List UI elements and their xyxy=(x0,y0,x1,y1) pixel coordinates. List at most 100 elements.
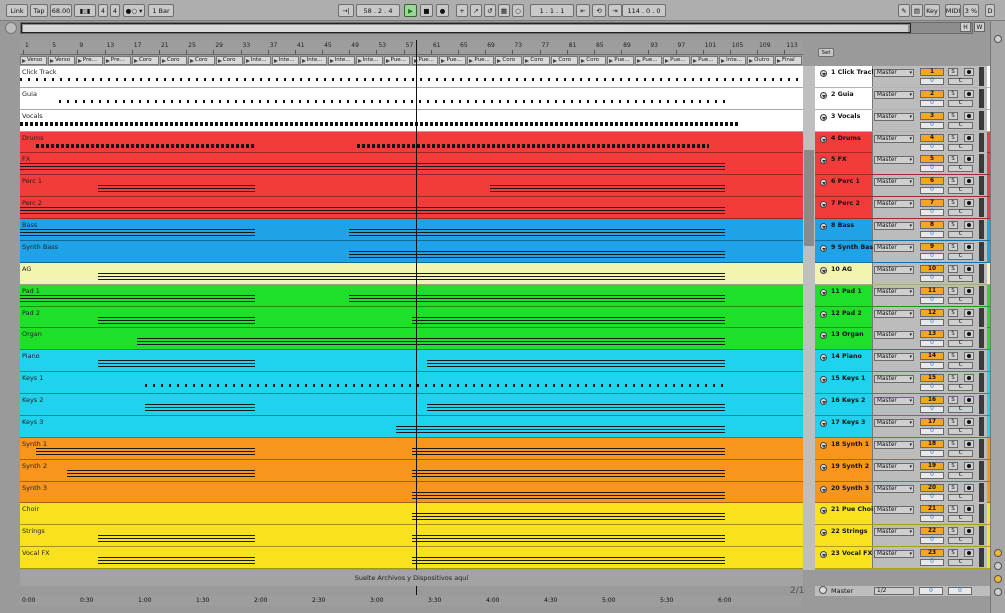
cue-button[interactable]: C xyxy=(948,274,973,282)
track-header[interactable]: 23 Vocal FX xyxy=(817,547,873,569)
loop-length-field[interactable]: 114 . 0 . 0 xyxy=(622,4,666,17)
track-header[interactable]: 16 Keys 2 xyxy=(817,394,873,416)
overview-w-button[interactable]: W xyxy=(974,22,985,32)
fold-chevron-icon[interactable] xyxy=(820,485,827,493)
cue-button[interactable]: C xyxy=(948,318,973,326)
track-activator[interactable]: 7 xyxy=(920,199,944,208)
solo-button[interactable]: S xyxy=(948,549,958,558)
automation-arm-icon[interactable]: ↗ xyxy=(470,4,482,17)
link-button[interactable]: Link xyxy=(6,4,28,17)
arm-record-icon[interactable] xyxy=(964,133,974,142)
output-select[interactable]: Master xyxy=(874,528,914,537)
track-lane[interactable]: Perc 2 xyxy=(20,197,803,220)
track-header[interactable]: 9 Synth Bass xyxy=(817,240,877,262)
fold-chevron-icon[interactable] xyxy=(820,288,827,296)
clip[interactable] xyxy=(20,300,255,302)
arm-record-icon[interactable] xyxy=(964,286,974,295)
tap-button[interactable]: Tap xyxy=(30,4,48,17)
clip[interactable] xyxy=(411,453,725,455)
arm-record-icon[interactable] xyxy=(964,549,974,558)
volume-field[interactable]: 0 xyxy=(920,187,944,195)
clip[interactable] xyxy=(145,404,255,406)
clip[interactable] xyxy=(489,185,725,187)
solo-button[interactable]: S xyxy=(948,527,958,536)
cue-button[interactable]: C xyxy=(948,406,973,414)
output-select[interactable]: Master xyxy=(874,69,914,77)
signature-denominator[interactable]: 4 xyxy=(110,4,120,17)
output-select[interactable]: Master xyxy=(874,156,914,165)
solo-button[interactable]: S xyxy=(948,264,958,273)
solo-button[interactable]: S xyxy=(948,199,958,208)
clip[interactable] xyxy=(395,428,725,430)
cue-button[interactable]: C xyxy=(948,449,973,457)
volume-field[interactable]: 0 xyxy=(920,537,944,545)
output-select[interactable]: Master xyxy=(874,331,914,340)
clip[interactable] xyxy=(20,78,803,81)
arm-record-icon[interactable] xyxy=(964,374,974,383)
clip[interactable] xyxy=(20,169,725,171)
master-pan[interactable]: 0 xyxy=(948,587,972,595)
track-activator[interactable]: 22 xyxy=(920,527,944,536)
track-activator[interactable]: 14 xyxy=(920,352,944,361)
volume-field[interactable]: 0 xyxy=(920,231,944,239)
arm-record-icon[interactable] xyxy=(964,155,974,164)
volume-field[interactable]: 0 xyxy=(920,427,944,435)
clip[interactable] xyxy=(98,363,255,365)
cue-button[interactable]: C xyxy=(948,537,973,545)
track-lane[interactable]: Drums xyxy=(20,131,803,154)
track-activator[interactable]: 23 xyxy=(920,549,944,558)
returns-toggle-icon[interactable] xyxy=(994,588,1002,596)
track-lane[interactable]: Click Track xyxy=(20,66,803,88)
track-header[interactable]: 2 Guia xyxy=(817,87,873,109)
cue-button[interactable]: C xyxy=(948,187,973,195)
arrangement-overview[interactable] xyxy=(20,22,973,34)
volume-field[interactable]: 0 xyxy=(920,515,944,523)
track-lane[interactable]: Vocals xyxy=(20,109,803,132)
output-select[interactable]: Master xyxy=(874,134,914,143)
record-icon[interactable]: ● xyxy=(436,4,449,17)
overdub-icon[interactable]: + xyxy=(456,4,468,17)
locator-marker[interactable]: Coro xyxy=(159,56,187,65)
fold-chevron-icon[interactable] xyxy=(820,441,827,449)
track-header[interactable]: 21 Pue Choir xyxy=(817,503,876,525)
arm-record-icon[interactable] xyxy=(964,264,974,273)
clip[interactable] xyxy=(98,319,255,321)
clip[interactable] xyxy=(98,360,255,362)
track-lane[interactable]: Synth 2 xyxy=(20,459,803,482)
clip[interactable] xyxy=(98,322,255,324)
clip[interactable] xyxy=(145,384,725,388)
computer-midi-keyboard-icon[interactable]: ▤ xyxy=(911,4,923,17)
clip[interactable] xyxy=(395,431,725,433)
locator-marker[interactable]: Pue... xyxy=(383,56,411,65)
fold-chevron-icon[interactable] xyxy=(820,91,827,99)
cue-button[interactable]: C xyxy=(948,471,973,479)
clip[interactable] xyxy=(20,232,255,234)
clip[interactable] xyxy=(411,563,725,565)
volume-field[interactable]: 0 xyxy=(920,471,944,479)
cue-button[interactable]: C xyxy=(948,99,973,107)
output-select[interactable]: Master xyxy=(874,506,914,515)
solo-button[interactable]: S xyxy=(948,352,958,361)
fold-chevron-icon[interactable] xyxy=(820,266,827,274)
fold-chevron-icon[interactable] xyxy=(820,551,827,559)
clip[interactable] xyxy=(411,513,725,515)
volume-field[interactable]: 0 xyxy=(920,78,944,85)
clip[interactable] xyxy=(35,450,255,452)
track-lane[interactable]: Choir xyxy=(20,503,803,526)
clip[interactable] xyxy=(35,143,255,148)
solo-button[interactable]: S xyxy=(948,330,958,339)
clip[interactable] xyxy=(66,472,255,474)
track-header[interactable]: 10 AG xyxy=(817,262,873,284)
clip[interactable] xyxy=(98,275,725,277)
track-activator[interactable]: 1 xyxy=(920,68,944,76)
track-lane[interactable]: FX xyxy=(20,153,803,176)
output-select[interactable]: Master xyxy=(874,222,914,231)
track-activator[interactable]: 8 xyxy=(920,221,944,230)
output-select[interactable]: Master xyxy=(874,418,914,427)
session-record-icon[interactable]: ○ xyxy=(512,4,524,17)
arm-record-icon[interactable] xyxy=(964,330,974,339)
cue-button[interactable]: C xyxy=(948,427,973,435)
clip[interactable] xyxy=(427,366,725,368)
fold-chevron-icon[interactable] xyxy=(820,419,827,427)
locator-marker[interactable]: Pue... xyxy=(691,56,719,65)
